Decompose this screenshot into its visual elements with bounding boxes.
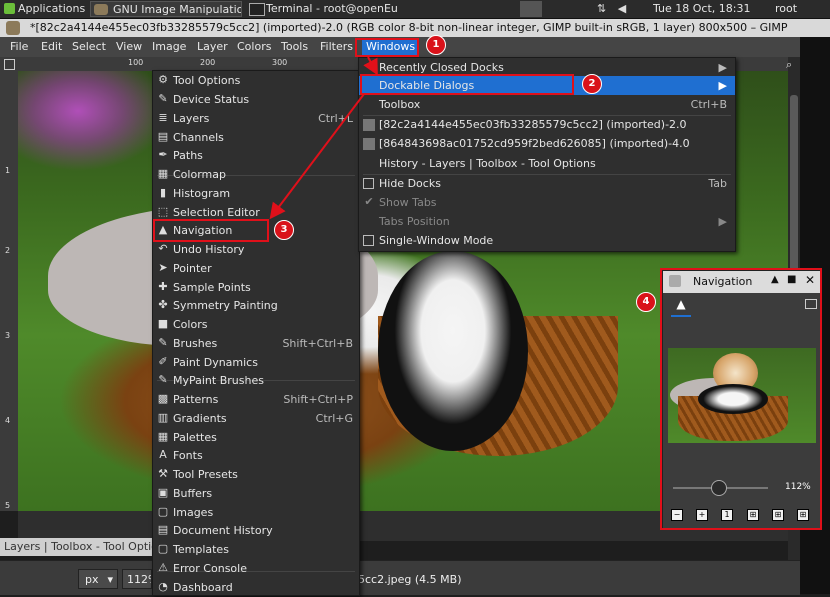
arrow-2-to-3 [269,93,365,220]
annotation-arrows [269,56,378,220]
arrow-1-to-2 [363,56,378,76]
